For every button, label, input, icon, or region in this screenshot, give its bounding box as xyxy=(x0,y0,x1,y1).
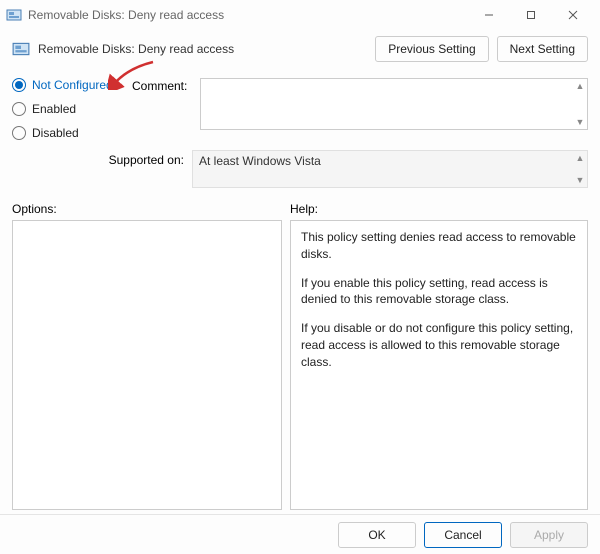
cancel-button[interactable]: Cancel xyxy=(424,522,502,548)
options-section-label: Options: xyxy=(12,202,290,216)
supported-on-label: Supported on: xyxy=(12,150,184,167)
minimize-button[interactable] xyxy=(468,1,510,29)
radio-enabled[interactable]: Enabled xyxy=(12,102,132,116)
radio-icon xyxy=(12,126,26,140)
window-title: Removable Disks: Deny read access xyxy=(28,8,468,22)
radio-label: Disabled xyxy=(32,126,79,140)
next-setting-button[interactable]: Next Setting xyxy=(497,36,588,62)
header-row: Removable Disks: Deny read access Previo… xyxy=(0,30,600,66)
ok-button[interactable]: OK xyxy=(338,522,416,548)
help-panel: This policy setting denies read access t… xyxy=(290,220,588,510)
supported-on-value: At least Windows Vista ▲ ▼ xyxy=(192,150,588,188)
scroll-up-icon[interactable]: ▲ xyxy=(573,79,587,93)
help-text: If you disable or do not configure this … xyxy=(301,320,577,370)
close-button[interactable] xyxy=(552,1,594,29)
radio-disabled[interactable]: Disabled xyxy=(12,126,132,140)
policy-name: Removable Disks: Deny read access xyxy=(38,42,367,56)
radio-icon xyxy=(12,102,26,116)
radio-icon xyxy=(12,78,26,92)
policy-icon xyxy=(6,7,22,23)
titlebar: Removable Disks: Deny read access xyxy=(0,0,600,30)
previous-setting-button[interactable]: Previous Setting xyxy=(375,36,488,62)
help-text: If you enable this policy setting, read … xyxy=(301,275,577,309)
options-panel xyxy=(12,220,282,510)
scroll-down-icon: ▼ xyxy=(573,173,587,187)
dialog-button-bar: OK Cancel Apply xyxy=(0,514,600,554)
help-section-label: Help: xyxy=(290,202,318,216)
apply-button[interactable]: Apply xyxy=(510,522,588,548)
radio-not-configured[interactable]: Not Configured xyxy=(12,78,132,92)
radio-label: Not Configured xyxy=(32,78,113,92)
policy-header-icon xyxy=(12,40,30,58)
scroll-up-icon: ▲ xyxy=(573,151,587,165)
radio-label: Enabled xyxy=(32,102,76,116)
help-text: This policy setting denies read access t… xyxy=(301,229,577,263)
comment-textarea[interactable]: ▲ ▼ xyxy=(200,78,588,130)
scroll-down-icon[interactable]: ▼ xyxy=(573,115,587,129)
state-radio-group: Not Configured Enabled Disabled xyxy=(12,78,132,140)
maximize-button[interactable] xyxy=(510,1,552,29)
comment-label: Comment: xyxy=(132,78,192,93)
